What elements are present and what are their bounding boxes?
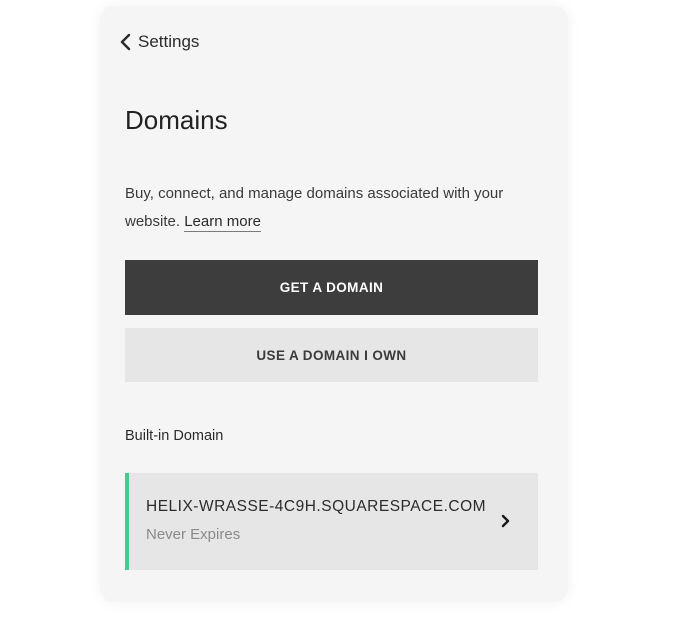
built-in-domain-row[interactable]: HELIX-WRASSE-4C9H.SQUARESPACE.COM Never … [125,473,538,570]
page-title: Domains [125,105,228,135]
chevron-left-icon [118,32,134,52]
use-own-domain-button[interactable]: USE A DOMAIN I OWN [125,328,538,382]
domains-panel: Settings Domains Buy, connect, and manag… [100,6,568,602]
get-a-domain-button[interactable]: GET A DOMAIN [125,260,538,315]
page-description: Buy, connect, and manage domains associa… [125,180,545,236]
back-label: Settings [138,32,200,51]
chevron-right-icon [500,514,510,528]
domain-name: HELIX-WRASSE-4C9H.SQUARESPACE.COM [146,498,487,515]
description-text: Buy, connect, and manage domains associa… [125,185,504,230]
built-in-domain-label: Built-in Domain [125,428,224,444]
back-to-settings-link[interactable]: Settings [118,32,199,52]
domain-status: Never Expires [146,526,241,543]
learn-more-link[interactable]: Learn more [184,213,261,232]
